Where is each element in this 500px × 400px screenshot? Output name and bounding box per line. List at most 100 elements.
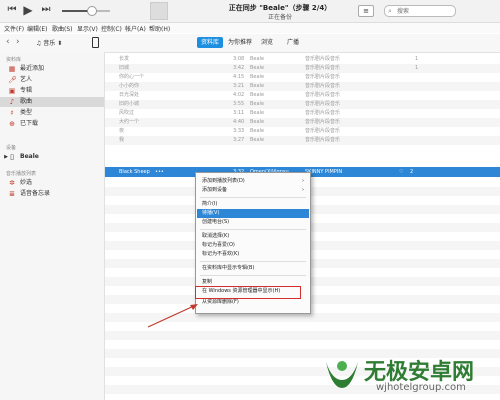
table-row[interactable]: 小小的你 3:21 Beale 音乐剧片段音乐: [105, 82, 500, 91]
menu-song[interactable]: 歌曲(S): [52, 24, 73, 33]
menu-add-to-device[interactable]: 添加到设备 ›: [197, 186, 309, 195]
menu-delete-from-library[interactable]: 从资源库删除(F): [197, 298, 309, 307]
song-name: 小小的你: [119, 83, 140, 89]
menu-item-label: 待播(V): [202, 210, 220, 216]
now-playing-subtitle: 正在备份: [267, 14, 292, 21]
song-time: 4:02: [233, 92, 245, 98]
sidebar-item-genius[interactable]: ✲ 妙选: [0, 178, 104, 188]
heart-icon[interactable]: ♡: [399, 167, 403, 177]
media-type-select[interactable]: ♫ 音乐 ⬍: [36, 38, 62, 47]
song-album: 音乐剧片段音乐: [305, 137, 341, 143]
menu-item-label: 取消选择(K): [202, 233, 230, 239]
table-row[interactable]: 我 3:27 Beale 音乐剧片段音乐: [105, 136, 500, 145]
menu-separator: [200, 261, 306, 262]
menu-edit[interactable]: 编辑(E): [27, 24, 47, 33]
song-time: 3:08: [233, 56, 245, 62]
up-next-button[interactable]: ≡: [358, 5, 374, 17]
table-row[interactable]: 你的心一个 4:15 Beale 音乐剧片段音乐: [105, 73, 500, 82]
search-input[interactable]: [397, 6, 452, 16]
sidebar-item-label: 语音备忘录: [20, 190, 51, 197]
recent-icon: ▦: [8, 65, 16, 73]
sidebar-item-downloaded[interactable]: ⊕ 已下载: [0, 119, 104, 129]
menu-love[interactable]: 标记为喜爱(O): [197, 241, 309, 250]
table-row[interactable]: 夜 3:33 Beale 音乐剧片段音乐: [105, 127, 500, 136]
sidebar-item-label: 歌曲: [20, 98, 33, 105]
album-artwork: [150, 2, 168, 20]
sidebar-item-voice-memos[interactable]: ≣ 语音备忘录: [0, 189, 104, 199]
play-icon[interactable]: ▶: [22, 4, 34, 16]
table-row[interactable]: 大约一个 4:40 Beale 音乐剧片段音乐: [105, 118, 500, 127]
sidebar-item-label: 类型: [20, 109, 33, 116]
sidebar-item-label: 妙选: [20, 179, 33, 186]
menu-account[interactable]: 帐户(A): [125, 24, 146, 33]
watermark-url: wjhotelgroup.com: [376, 382, 466, 393]
menu-help[interactable]: 帮助(H): [149, 24, 170, 33]
submenu-arrow-icon: ›: [302, 178, 304, 184]
back-icon[interactable]: ‹: [6, 37, 10, 47]
nav-bar: ‹ › ♫ 音乐 ⬍ 资料库 为你推荐 浏览 广播: [0, 34, 500, 53]
sidebar: 资料库 ▦ 最近添加 🎤︎ 艺人 ▣ 专辑 ♪ 歌曲 ♯ 类型 ⊕ 已下载 设备…: [0, 52, 105, 400]
menu-item-label: 从资源库删除(F): [202, 299, 239, 305]
song-name: Black Sheep: [119, 169, 150, 175]
sidebar-item-songs[interactable]: ♪ 歌曲: [0, 97, 104, 107]
sidebar-item-device[interactable]: ▶ ▯ Beale: [0, 152, 104, 162]
song-artist: Beale: [250, 92, 265, 98]
sidebar-item-albums[interactable]: ▣ 专辑: [0, 86, 104, 96]
menu-create-station[interactable]: 创建电台(S): [197, 218, 309, 227]
microphone-icon: 🎤︎: [8, 76, 17, 84]
tab-browse[interactable]: 浏览: [258, 37, 276, 48]
forward-icon[interactable]: ›: [16, 37, 20, 47]
table-row[interactable]: 长发 3:08 Beale 音乐剧片段音乐 1: [105, 55, 500, 64]
table-row[interactable]: 风吹过 3:11 Beale 音乐剧片段音乐: [105, 109, 500, 118]
song-name: 日光深处: [119, 92, 140, 98]
table-row[interactable]: 旧城 3:42 Beale 音乐剧片段音乐 1: [105, 64, 500, 73]
menu-view[interactable]: 显示(V): [77, 24, 98, 33]
next-icon[interactable]: ⏭: [40, 4, 52, 16]
sidebar-item-label: 专辑: [20, 87, 33, 94]
song-album: 音乐剧片段音乐: [305, 128, 341, 134]
sidebar-item-genres[interactable]: ♯ 类型: [0, 108, 104, 118]
menu-info[interactable]: 简介(I): [197, 200, 309, 209]
table-row[interactable]: 日光深处 4:02 Beale 音乐剧片段音乐: [105, 91, 500, 100]
song-album: 音乐剧片段音乐: [305, 83, 341, 89]
song-name: 你的心一个: [119, 74, 145, 80]
watermark-logo-icon: [326, 361, 358, 388]
menu-show-album[interactable]: 在资料库中显示专辑(B): [197, 264, 309, 273]
menu-controls[interactable]: 控制(C): [101, 24, 122, 33]
menu-play-next[interactable]: 待播(V): [197, 209, 309, 218]
tab-radio[interactable]: 广播: [284, 37, 302, 48]
menu-dislike[interactable]: 标记为不喜欢(K): [197, 250, 309, 259]
title-bar: ⏮ ▶ ⏭ 正在同步 "Beale"（步骤 2/4） 正在备份 ≡ ⌕: [0, 0, 500, 23]
devices-header: 设备: [6, 145, 17, 151]
song-time: 4:15: [233, 74, 245, 80]
tab-for-you[interactable]: 为你推荐: [226, 37, 254, 48]
song-artist: Beale: [250, 110, 265, 116]
sidebar-item-artists[interactable]: 🎤︎ 艺人: [0, 75, 104, 85]
song-album: 音乐剧片段音乐: [305, 65, 341, 71]
menu-file[interactable]: 文件(F): [4, 24, 24, 33]
menu-add-to-playlist[interactable]: 添加到播放列表(D) ›: [197, 177, 309, 186]
song-time: 3:55: [233, 101, 245, 107]
menu-item-label: 标记为不喜欢(K): [202, 251, 240, 257]
table-row[interactable]: 旧的小城 3:55 Beale 音乐剧片段音乐: [105, 100, 500, 109]
sidebar-item-label: 已下载: [20, 120, 39, 127]
empty-row: [105, 340, 500, 349]
sidebar-item-recent[interactable]: ▦ 最近添加: [0, 64, 104, 74]
volume-knob[interactable]: [86, 6, 97, 16]
song-album: 音乐剧片段音乐: [305, 92, 341, 98]
device-icon[interactable]: [92, 37, 99, 48]
song-plays: 2: [410, 169, 414, 175]
previous-icon[interactable]: ⏮: [6, 4, 18, 16]
playlists-header: 音乐播放列表: [6, 171, 37, 177]
song-name: 夜: [119, 128, 125, 134]
song-name: 我: [119, 137, 125, 143]
sidebar-item-label: 最近添加: [20, 65, 45, 72]
voice-memo-icon: ≣: [9, 190, 15, 198]
tab-library[interactable]: 资料库: [197, 37, 223, 48]
menu-deselect[interactable]: 取消选择(K): [197, 232, 309, 241]
more-icon[interactable]: •••: [155, 167, 164, 177]
search-box[interactable]: ⌕: [384, 5, 456, 17]
media-type-label: 音乐: [43, 40, 56, 47]
song-album: 音乐剧片段音乐: [305, 101, 341, 107]
menu-item-label: 创建电台(S): [202, 219, 230, 225]
